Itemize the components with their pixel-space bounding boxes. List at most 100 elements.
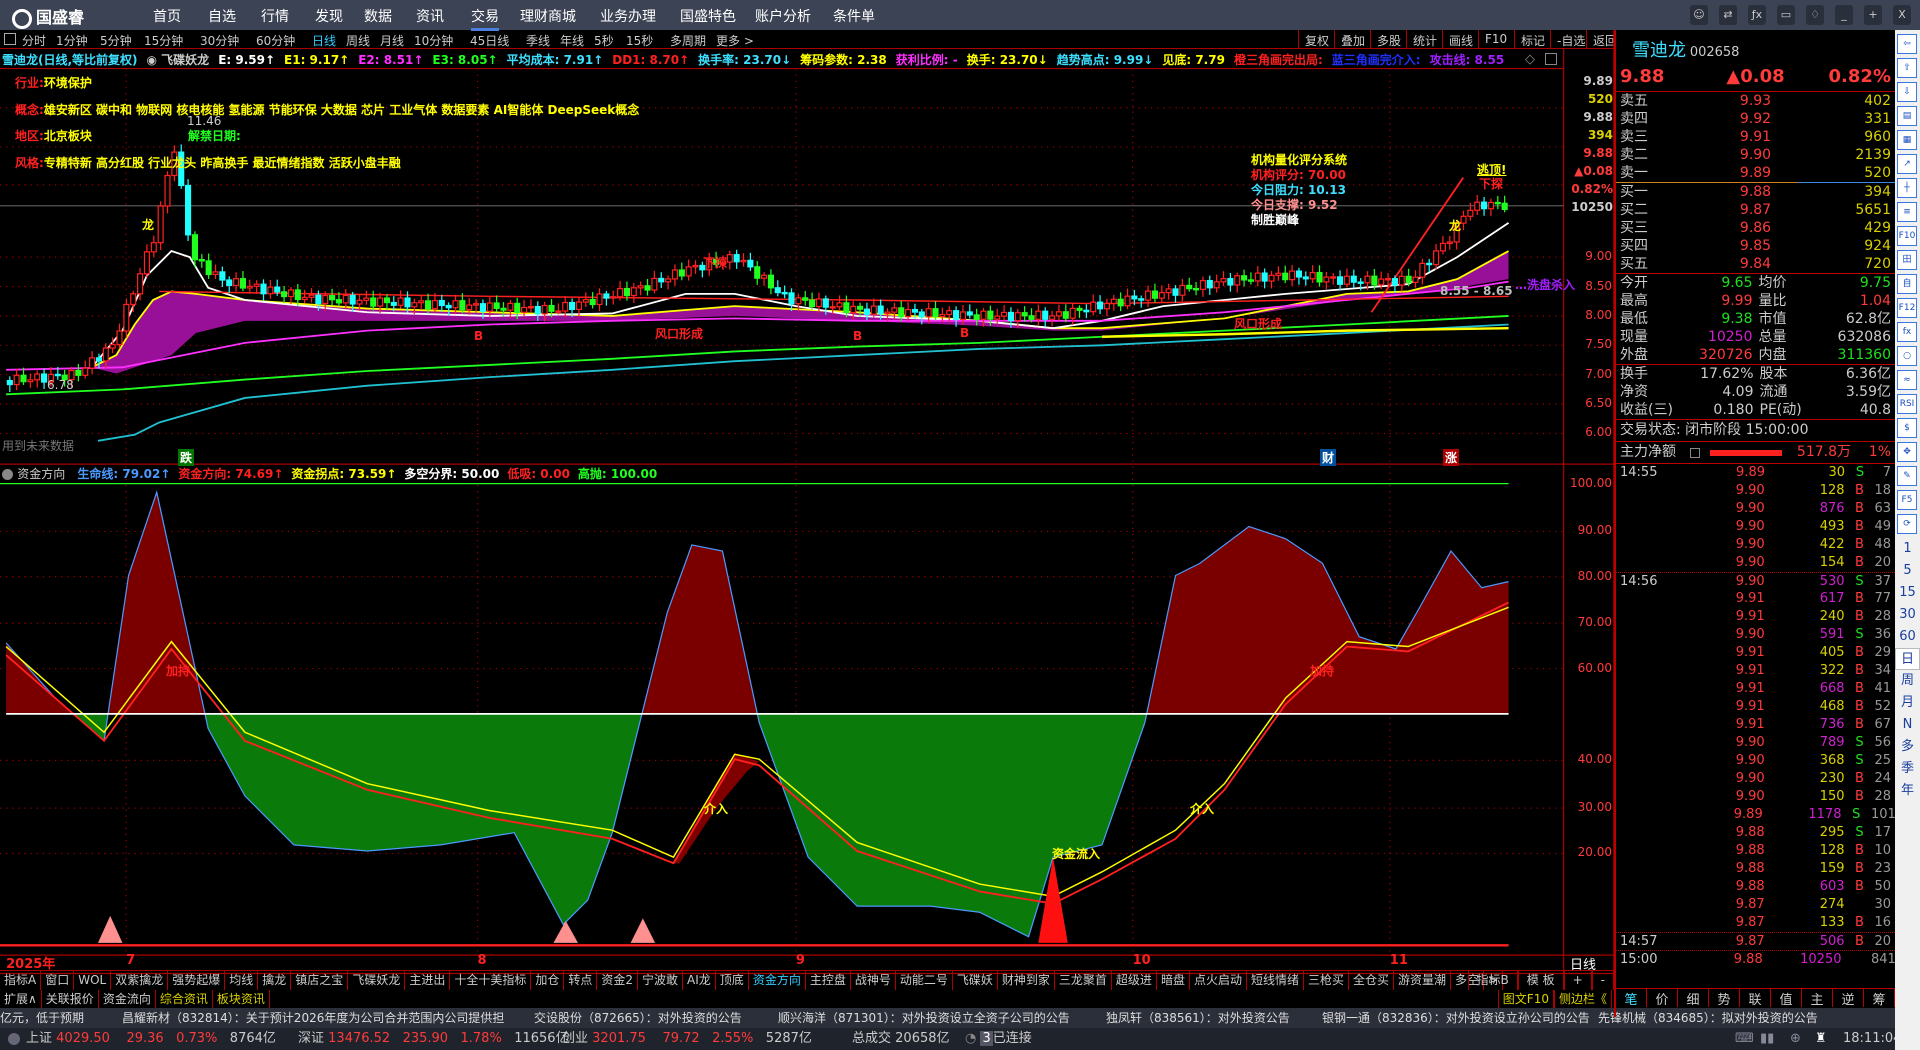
sidebar-period[interactable]: 30 bbox=[1895, 604, 1920, 626]
indicator-tab[interactable]: 转点 bbox=[564, 971, 598, 990]
indicator-tab[interactable]: 超级进 bbox=[1112, 971, 1157, 990]
sidebar-tool-icon[interactable]: ┼ bbox=[1897, 178, 1917, 198]
sidebar-tool-icon[interactable]: ✎ bbox=[1897, 466, 1917, 486]
indicator-tab[interactable]: 双紫擒龙 bbox=[111, 971, 169, 990]
sidebar-tool-icon[interactable]: fx bbox=[1897, 322, 1917, 342]
indicator-tab[interactable]: 十全十美指标 bbox=[450, 971, 532, 990]
indicator-control-button[interactable]: - bbox=[1591, 971, 1614, 990]
indicator-tab[interactable]: 指标A bbox=[0, 971, 42, 990]
sidebar-tool-icon[interactable]: ▦ bbox=[1897, 130, 1917, 150]
indicator-tab[interactable]: 资金方向 bbox=[749, 971, 806, 990]
tick-list[interactable]: 14:55 9.89 30 S 7 9.90 128 B 18 9.90 876 B 63 9.90 493… bbox=[1616, 464, 1896, 968]
sidebar-period[interactable]: 月 bbox=[1895, 692, 1920, 714]
indicator-control-button[interactable]: + bbox=[1563, 971, 1592, 990]
quote-tab[interactable]: 值 bbox=[1771, 989, 1802, 1008]
indicator-tab[interactable]: 资金2 bbox=[597, 971, 639, 990]
indicator-tab[interactable]: 主控盘 bbox=[806, 971, 851, 990]
sidebar-period[interactable]: 15 bbox=[1895, 582, 1920, 604]
sidebar-tool-icon[interactable]: $ bbox=[1897, 418, 1917, 438]
sidebar-tool-icon[interactable]: F10 bbox=[1897, 226, 1917, 246]
sidebar-tool-icon[interactable]: ≈ bbox=[1897, 370, 1917, 390]
sidebar-tool-icon[interactable]: ↗ bbox=[1897, 154, 1917, 174]
extension-right-button[interactable]: 图文F10 bbox=[1497, 990, 1554, 1009]
indicator-control-button[interactable]: 指标B bbox=[1467, 971, 1518, 990]
news-item[interactable]: 独凤轩（838561）：对外投资公告 bbox=[1106, 1008, 1290, 1028]
indicator-tab[interactable]: 游资量潮 bbox=[1394, 971, 1452, 990]
indicator-tab[interactable]: 动能二号 bbox=[896, 971, 953, 990]
sidebar-period[interactable]: 日 bbox=[1895, 648, 1920, 670]
indicator-tab[interactable]: 暗盘 bbox=[1157, 971, 1190, 990]
list-icon[interactable] bbox=[1690, 447, 1700, 458]
indicator-tab[interactable]: 宁波敢 bbox=[638, 971, 684, 990]
indicator-tab[interactable]: WOL bbox=[74, 971, 112, 990]
extension-tab[interactable]: 关联报价 bbox=[42, 990, 99, 1009]
connection-status[interactable]: ◔ 3 已连接 bbox=[965, 1028, 1032, 1050]
indicator-tab[interactable]: 三枪买 bbox=[1304, 971, 1349, 990]
news-item[interactable]: 顺兴海洋（871301）：对外投资设立全资子公司的公告 bbox=[778, 1008, 1070, 1028]
indicator-tab[interactable]: 镇店之宝 bbox=[291, 971, 349, 990]
indicator-tab[interactable]: 窗口 bbox=[41, 971, 75, 990]
sidebar-tool-icon[interactable]: F5 bbox=[1897, 490, 1917, 510]
sidebar-tool-icon[interactable]: ≡ bbox=[1897, 202, 1917, 222]
sidebar-period[interactable]: N bbox=[1895, 714, 1920, 736]
indicator-menu-icon[interactable] bbox=[2, 469, 13, 480]
expand-icon[interactable] bbox=[8, 1033, 20, 1045]
indicator-tab[interactable]: 顶底 bbox=[716, 971, 749, 990]
news-item[interactable]: 交设股份（872665）：对外投资的公告 bbox=[534, 1008, 742, 1028]
indicator-tab[interactable]: 战神号 bbox=[851, 971, 896, 990]
quote-tab[interactable]: 主 bbox=[1802, 989, 1833, 1008]
sidebar-tool-icon[interactable]: F12 bbox=[1897, 298, 1917, 318]
sidebar-period[interactable]: 年 bbox=[1895, 780, 1920, 802]
sidebar-tool-icon[interactable]: 田 bbox=[1897, 250, 1917, 270]
indicator-tab[interactable]: AI龙 bbox=[683, 971, 716, 990]
mark-zhang[interactable]: 涨 bbox=[1443, 449, 1460, 466]
sidebar-period[interactable]: 多 bbox=[1895, 736, 1920, 758]
index-sz[interactable]: 深证 13476.52 235.90 1.78% 11656亿 bbox=[298, 1028, 569, 1050]
sidebar-tool-icon[interactable]: RSI bbox=[1897, 394, 1917, 414]
quote-tab[interactable]: 筹 bbox=[1864, 989, 1895, 1008]
sidebar-tool-icon[interactable]: ▤ bbox=[1897, 106, 1917, 126]
index-cy[interactable]: 创业 3201.75 79.72 2.55% 5287亿 bbox=[562, 1028, 812, 1050]
indicator-control-button[interactable]: 模 板 bbox=[1517, 971, 1564, 990]
quote-tab[interactable]: 联 bbox=[1740, 989, 1771, 1008]
mark-cai[interactable]: 财 bbox=[1320, 449, 1337, 466]
extension-tab[interactable]: 资金流向 bbox=[99, 990, 156, 1009]
quote-tab[interactable]: 势 bbox=[1709, 989, 1740, 1008]
sidebar-tool-icon[interactable]: ✥ bbox=[1897, 442, 1917, 462]
sidebar-period[interactable]: 60 bbox=[1895, 626, 1920, 648]
sidebar-tool-icon[interactable]: ⇧ bbox=[1897, 58, 1917, 78]
extension-tab[interactable]: 扩展∧ bbox=[0, 990, 42, 1009]
extension-tab[interactable]: 板块资讯 bbox=[213, 990, 270, 1009]
indicator-tab[interactable]: 短线情绪 bbox=[1247, 971, 1304, 990]
mark-die[interactable]: 跌 bbox=[178, 449, 195, 466]
keyboard-icon[interactable]: ⌨ bbox=[1735, 1028, 1754, 1050]
sidebar-tool-icon[interactable]: ⇦ bbox=[1897, 34, 1917, 54]
sidebar-period[interactable]: 5 bbox=[1895, 560, 1920, 582]
indicator-tab[interactable]: 加仓 bbox=[531, 971, 565, 990]
indicator-tab[interactable]: 主进出 bbox=[405, 971, 451, 990]
target-icon[interactable]: ⊕ bbox=[1790, 1028, 1801, 1050]
sidebar-tool-icon[interactable]: ⟳ bbox=[1897, 514, 1917, 534]
indicator-tab[interactable]: 擒龙 bbox=[258, 971, 292, 990]
sidebar-tool-icon[interactable]: ⇩ bbox=[1897, 82, 1917, 102]
quote-tab[interactable]: 细 bbox=[1678, 989, 1709, 1008]
sidebar-period[interactable]: 1 bbox=[1895, 538, 1920, 560]
sidebar-tool-icon[interactable]: ○ bbox=[1897, 346, 1917, 366]
quote-tab[interactable]: 逆 bbox=[1833, 989, 1864, 1008]
sidebar-period[interactable]: 季 bbox=[1895, 758, 1920, 780]
indicator-tab[interactable]: 财神到家 bbox=[998, 971, 1055, 990]
indicator-tab[interactable]: 全仓买 bbox=[1349, 971, 1395, 990]
indicator-tab[interactable]: 均线 bbox=[225, 971, 259, 990]
indicator-tab[interactable]: 点火启动 bbox=[1190, 971, 1247, 990]
chart-icon[interactable]: ▮▮ bbox=[1760, 1028, 1774, 1050]
news-item[interactable]: 亿元，低于预期 bbox=[0, 1008, 84, 1028]
quote-tab[interactable]: 价 bbox=[1647, 989, 1678, 1008]
news-item[interactable]: 昌耀新材（832814）：关于预计2026年度为公司合并范围内公司提供担 bbox=[122, 1008, 504, 1028]
index-sh[interactable]: 上证 4029.50 29.36 0.73% 8764亿 bbox=[26, 1028, 276, 1050]
indicator-tab[interactable]: 飞碟妖 bbox=[953, 971, 998, 990]
extension-right-button[interactable]: 侧边栏《 bbox=[1553, 990, 1612, 1009]
extension-tab[interactable]: 综合资讯 bbox=[156, 990, 213, 1009]
quote-tab[interactable]: 笔 bbox=[1616, 989, 1647, 1008]
indicator-tab[interactable]: 三龙聚首 bbox=[1055, 971, 1112, 990]
sidebar-period[interactable]: 周 bbox=[1895, 670, 1920, 692]
